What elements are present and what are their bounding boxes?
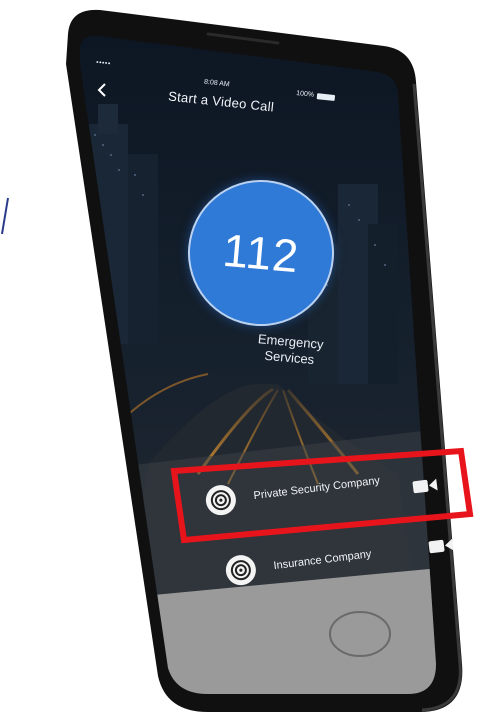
phone-mockup: ••••• 8:08 AM 100% Start a Video Call 11… [58,4,482,716]
emergency-label: Emergency Services [239,330,341,371]
emergency-call-button[interactable]: 112 [181,173,341,333]
battery-icon [316,92,336,101]
edge-mark [1,197,9,235]
video-camera-icon[interactable] [427,536,455,555]
battery-indicator: 100% [295,89,336,101]
battery-percent: 100% [295,89,315,99]
chevron-left-icon [97,83,106,97]
service-label: Private Security Company [252,474,381,503]
service-item-insurance[interactable]: Insurance Company [224,523,467,592]
target-icon [204,483,238,517]
video-camera-icon[interactable] [411,476,439,495]
service-item-private-security[interactable]: Private Security Company [204,453,447,522]
page-title: Start a Video Call [167,88,275,115]
back-button[interactable] [92,80,112,100]
service-label: Insurance Company [272,548,373,573]
signal-indicator: ••••• [95,59,112,68]
emergency-number: 112 [220,223,302,283]
status-time: 8:08 AM [203,78,230,89]
target-icon [224,553,258,587]
